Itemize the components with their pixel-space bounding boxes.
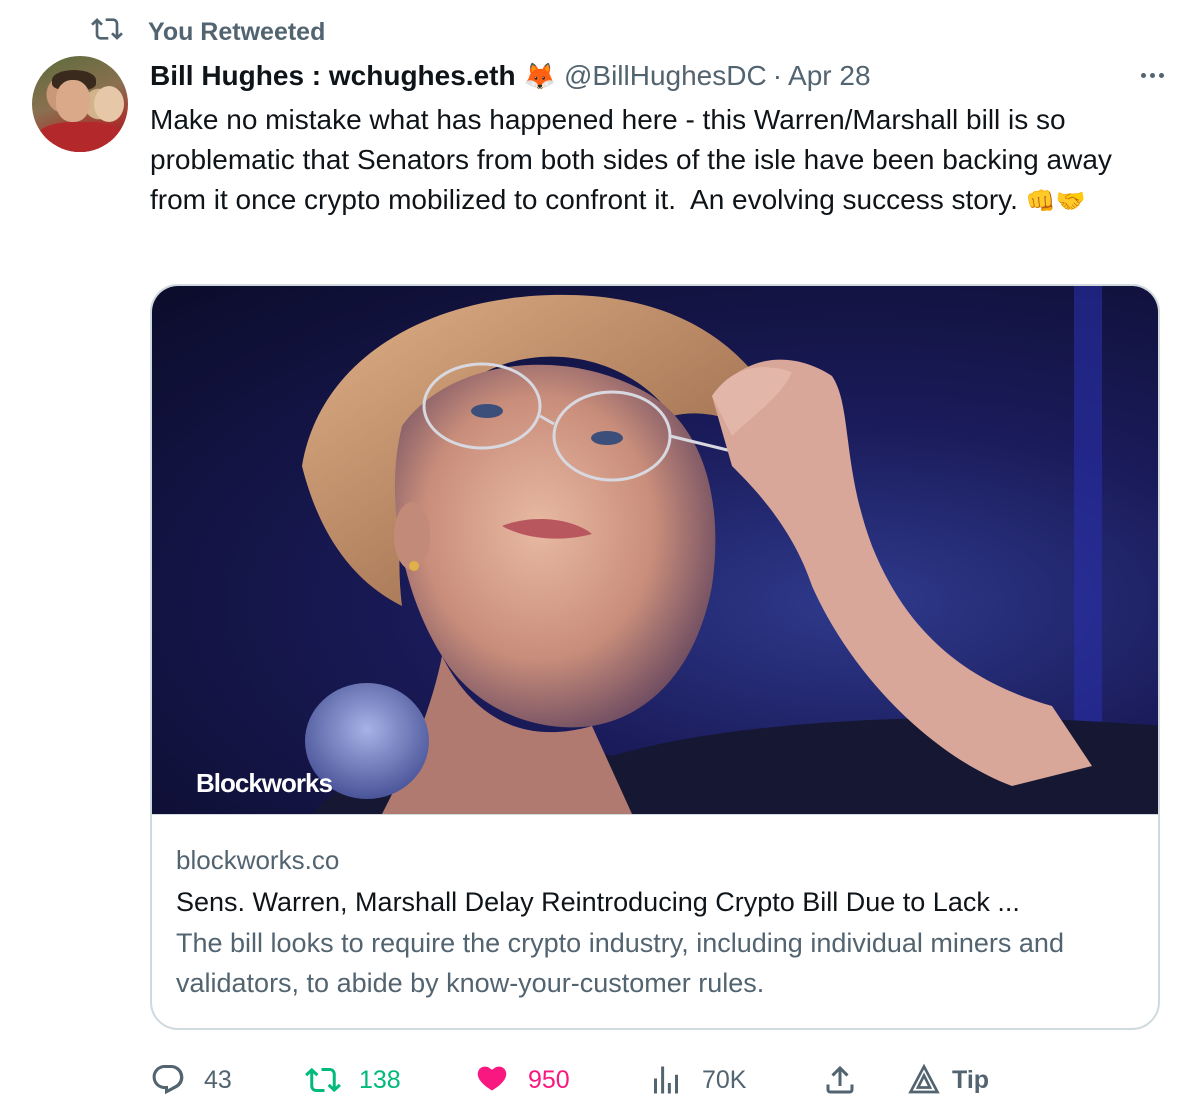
retweet-count: 138	[359, 1065, 401, 1094]
tip-label: Tip	[952, 1065, 990, 1094]
card-title: Sens. Warren, Marshall Delay Reintroduci…	[176, 887, 1020, 917]
card-description: The bill looks to require the crypto ind…	[176, 928, 1064, 998]
more-options-icon[interactable]	[1132, 60, 1172, 90]
share-button[interactable]	[822, 1058, 858, 1102]
retweet-icon	[88, 13, 126, 52]
share-icon	[826, 1065, 854, 1094]
retweet-action-icon	[305, 1067, 341, 1093]
link-card[interactable]: Blockworks blockworks.co Sens. Warren, M…	[150, 284, 1160, 1030]
fox-emoji: 🦊	[523, 60, 556, 91]
portrait-illustration	[302, 286, 1158, 814]
heart-icon	[477, 1066, 507, 1091]
card-meta: blockworks.co Sens. Warren, Marshall Del…	[152, 814, 1158, 1028]
action-bar: 43 138 950 70K Tip	[150, 1058, 1050, 1102]
retweet-banner: You Retweeted	[88, 14, 325, 50]
author-handle[interactable]: @BillHughesDC	[564, 60, 767, 92]
tweet-header: Bill Hughes : wchughes.eth 🦊 @BillHughes…	[150, 56, 1162, 96]
views-icon	[654, 1066, 678, 1094]
like-count: 950	[528, 1065, 570, 1094]
like-button[interactable]: 950	[474, 1058, 570, 1102]
reply-count: 43	[204, 1065, 232, 1094]
tweet-emoji: 👊🤝	[1025, 188, 1086, 215]
reply-icon	[152, 1065, 184, 1095]
tip-icon	[908, 1063, 940, 1094]
card-image: Blockworks	[152, 286, 1158, 814]
views-button[interactable]: 70K	[648, 1058, 746, 1102]
retweet-label: You Retweeted	[148, 17, 326, 46]
reply-button[interactable]: 43	[150, 1058, 232, 1102]
tweet-body: Make no mistake what has happened here -…	[150, 104, 1120, 215]
tip-button[interactable]: Tip	[906, 1058, 989, 1102]
separator: ·	[772, 60, 783, 91]
views-count: 70K	[702, 1065, 747, 1094]
card-domain: blockworks.co	[176, 845, 340, 875]
author-name[interactable]: Bill Hughes : wchughes.eth	[150, 60, 516, 92]
avatar[interactable]	[32, 56, 128, 152]
tweet-text: Make no mistake what has happened here -…	[150, 100, 1170, 222]
tweet-date[interactable]: Apr 28	[788, 60, 871, 92]
retweet-button[interactable]: 138	[305, 1058, 401, 1102]
card-watermark: Blockworks	[196, 768, 333, 798]
